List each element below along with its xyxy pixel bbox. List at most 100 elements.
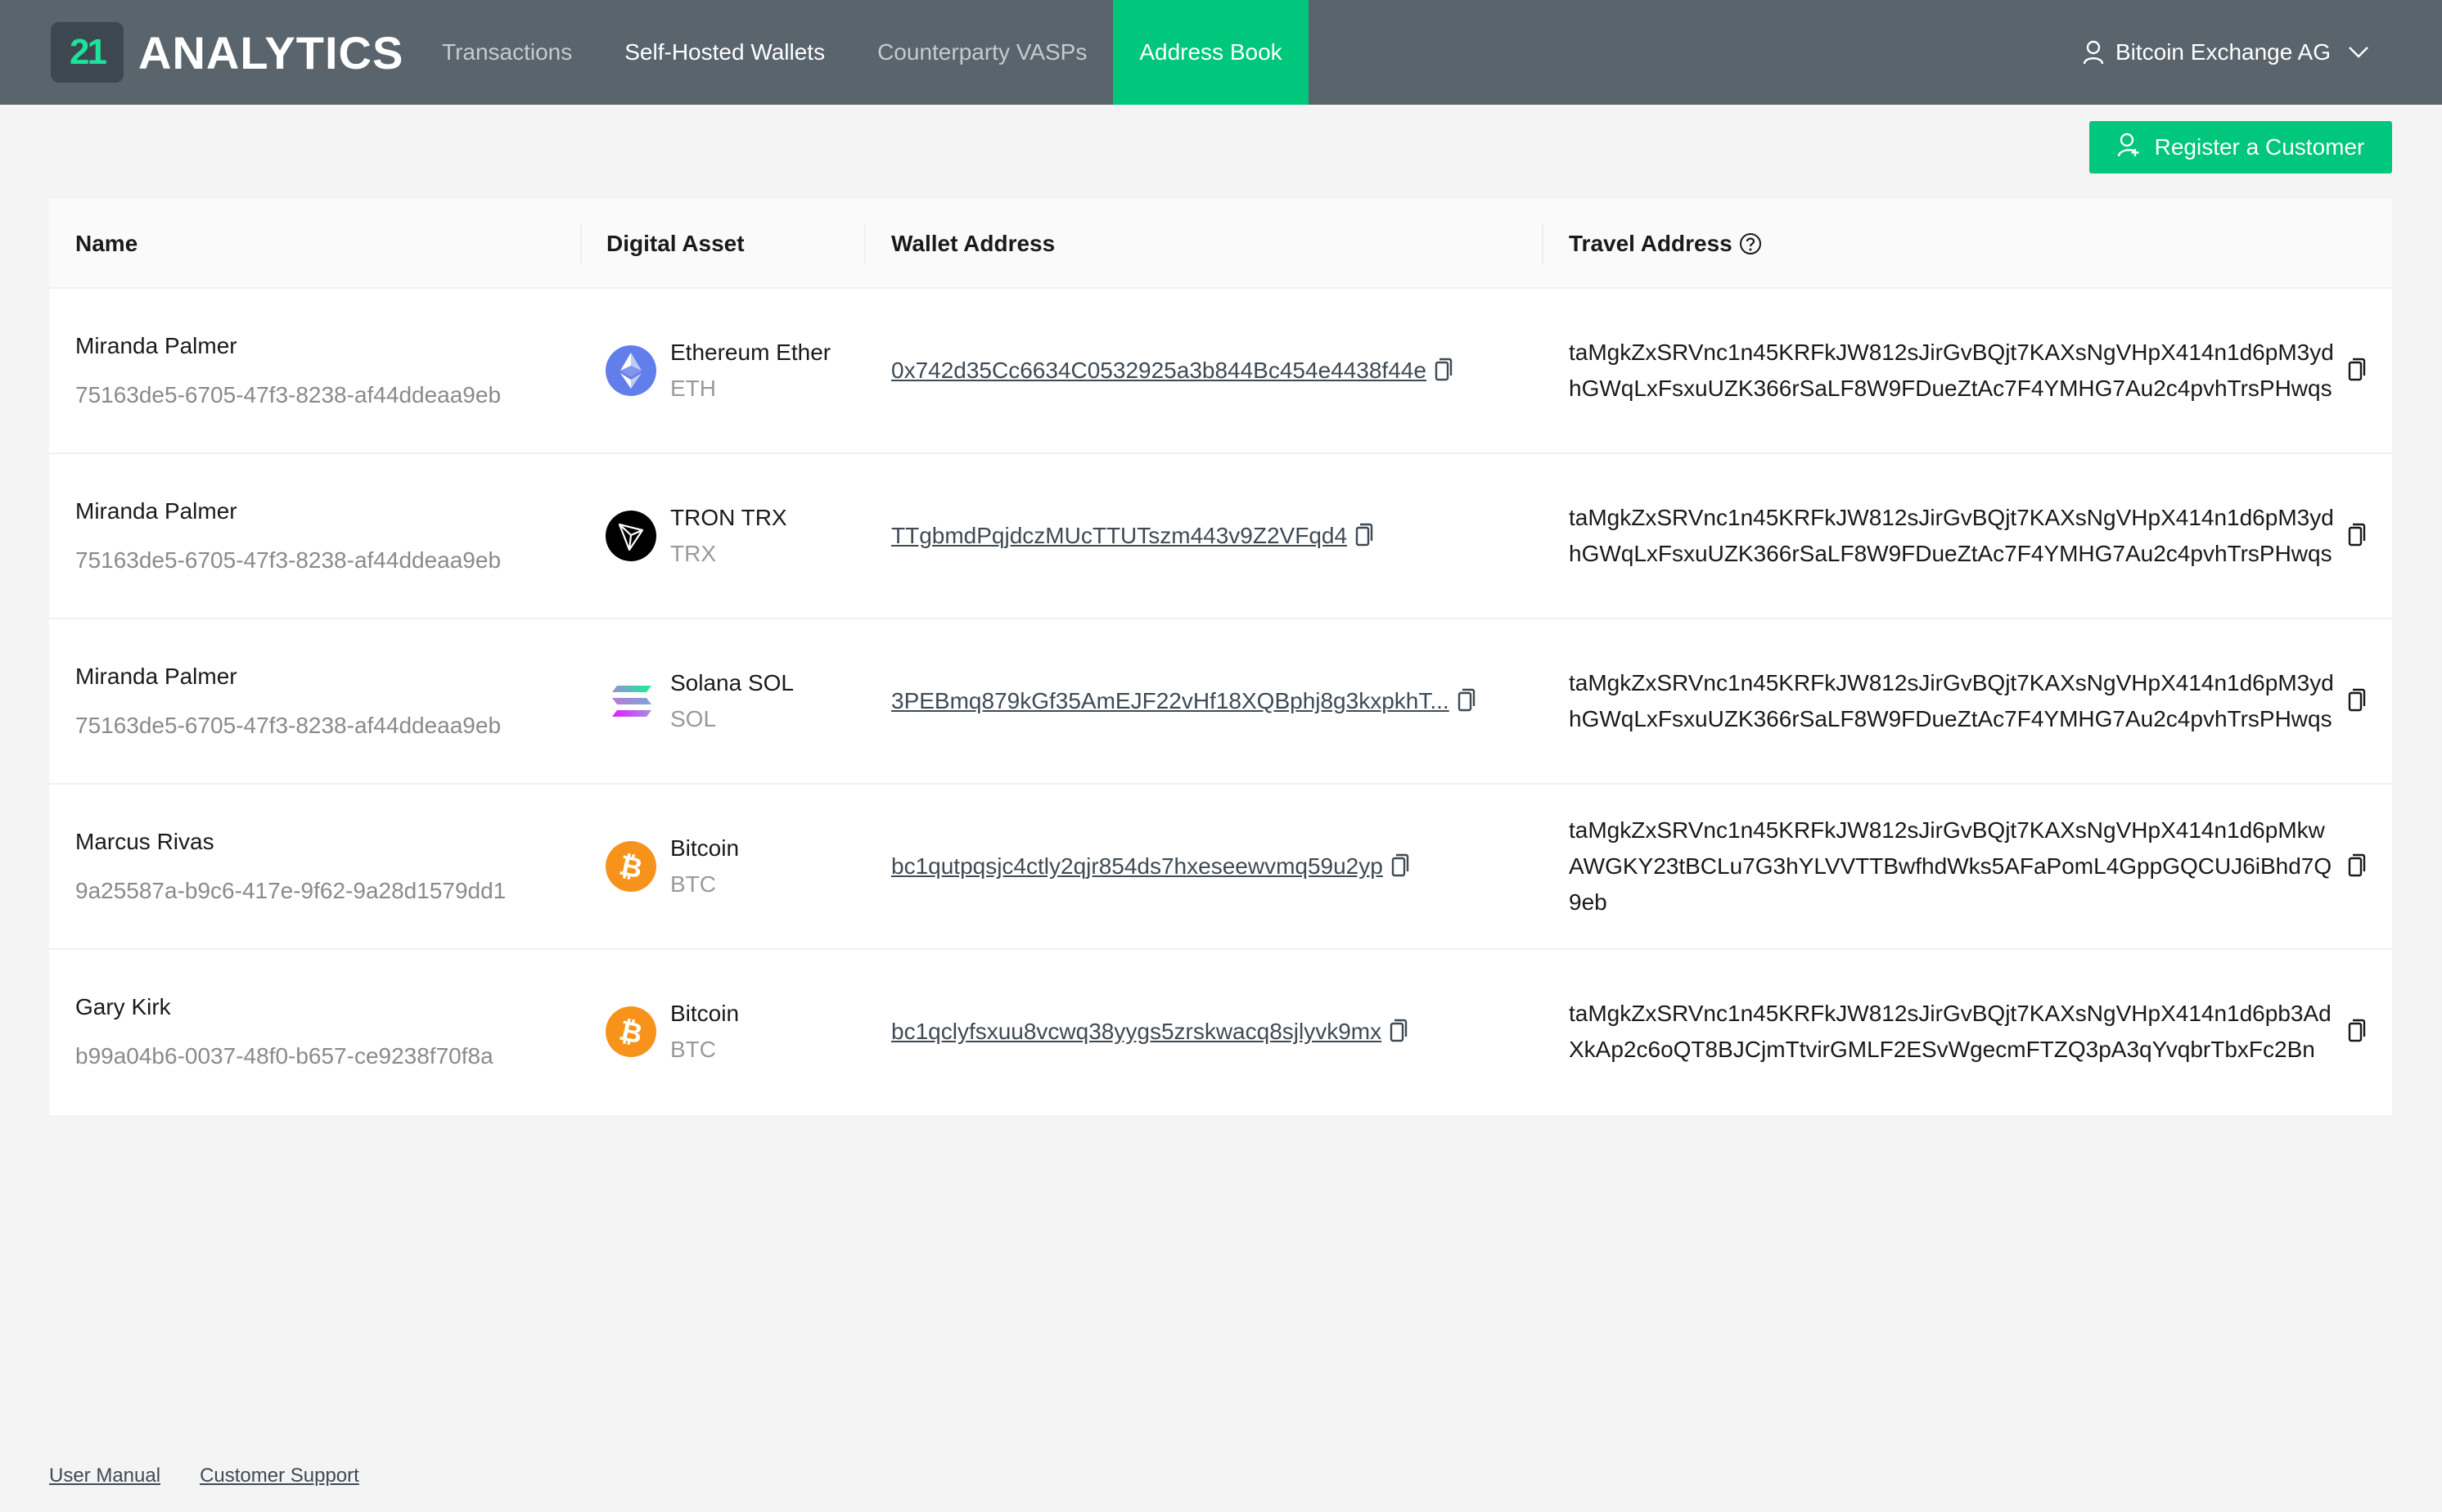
bitcoin-icon: ₿ (606, 841, 656, 892)
travel-address-cell: taMgkZxSRVnc1n45KRFkJW812sJirGvBQjt7KAXs… (1569, 619, 2379, 783)
wallet-address-link[interactable]: bc1qutpqsjc4ctly2qjr854ds7hxeseewvmq59u2… (891, 853, 1383, 880)
top-navigation-bar: 21 ANALYTICS Transactions Self-Hosted Wa… (0, 0, 2442, 105)
tron-icon (606, 511, 656, 561)
column-header-travel-address: Travel Address (1569, 199, 1762, 289)
customer-support-link[interactable]: Customer Support (200, 1465, 359, 1487)
table-row: Gary Kirk b99a04b6-0037-48f0-b657-ce9238… (49, 950, 2392, 1115)
table-body: Miranda Palmer 75163de5-6705-47f3-8238-a… (49, 289, 2392, 1115)
column-divider (864, 223, 866, 264)
user-manual-link[interactable]: User Manual (49, 1465, 160, 1487)
wallet-address-link[interactable]: bc1qclyfsxuu8vcwq38yygs5zrskwacq8sjlyvk9… (891, 1019, 1381, 1045)
customer-id: 75163de5-6705-47f3-8238-af44ddeaa9eb (75, 547, 502, 573)
customer-id: b99a04b6-0037-48f0-b657-ce9238f70f8a (75, 1043, 493, 1069)
asset-cell: TRON TRX TRX (606, 454, 876, 618)
customer-id: 9a25587a-b9c6-417e-9f62-9a28d1579dd1 (75, 878, 507, 903)
asset-symbol: ETH (670, 376, 716, 401)
customer-name: Miranda Palmer (75, 664, 237, 689)
column-header-name: Name (75, 231, 138, 256)
asset-symbol: SOL (670, 706, 717, 731)
copy-icon[interactable] (2348, 1018, 2366, 1046)
copy-icon[interactable] (1391, 853, 1409, 881)
copy-icon[interactable] (1355, 522, 1373, 551)
register-customer-button[interactable]: Register a Customer (2089, 121, 2392, 173)
customer-id: 75163de5-6705-47f3-8238-af44ddeaa9eb (75, 382, 502, 407)
user-menu[interactable]: Bitcoin Exchange AG (2083, 0, 2368, 105)
copy-icon[interactable] (2348, 357, 2366, 385)
customer-id: 75163de5-6705-47f3-8238-af44ddeaa9eb (75, 713, 502, 738)
asset-cell: ₿ Bitcoin BTC (606, 785, 876, 948)
asset-name: Bitcoin (670, 835, 740, 861)
asset-name: Solana SOL (670, 670, 794, 695)
name-cell: Miranda Palmer 75163de5-6705-47f3-8238-a… (75, 619, 583, 783)
customer-name: Miranda Palmer (75, 498, 237, 524)
travel-address-cell: taMgkZxSRVnc1n45KRFkJW812sJirGvBQjt7KAXs… (1569, 454, 2379, 618)
name-cell: Miranda Palmer 75163de5-6705-47f3-8238-a… (75, 289, 583, 452)
nav-tab-self-hosted-wallets[interactable]: Self-Hosted Wallets (598, 0, 851, 105)
logo[interactable]: 21 ANALYTICS (51, 22, 403, 83)
customer-name: Miranda Palmer (75, 333, 237, 358)
asset-name: Ethereum Ether (670, 340, 831, 365)
travel-address: taMgkZxSRVnc1n45KRFkJW812sJirGvBQjt7KAXs… (1569, 340, 2334, 401)
asset-cell: Solana SOL SOL (606, 619, 876, 783)
wallet-address-cell: 3PEBmq879kGf35AmEJF22vHf18XQBphj8g3kxpkh… (891, 619, 1562, 783)
wallet-address-cell: bc1qclyfsxuu8vcwq38yygs5zrskwacq8sjlyvk9… (891, 950, 1562, 1114)
copy-icon[interactable] (1390, 1018, 1408, 1046)
question-circle-icon[interactable] (1739, 232, 1762, 255)
user-icon (2083, 40, 2104, 65)
ethereum-icon (606, 345, 656, 396)
copy-icon[interactable] (1435, 357, 1453, 385)
table-row: Marcus Rivas 9a25587a-b9c6-417e-9f62-9a2… (49, 785, 2392, 950)
logo-mark: 21 (51, 22, 124, 83)
asset-symbol: BTC (670, 871, 716, 897)
main-nav: Transactions Self-Hosted Wallets Counter… (416, 0, 1309, 105)
table-row: Miranda Palmer 75163de5-6705-47f3-8238-a… (49, 619, 2392, 785)
column-header-digital-asset: Digital Asset (606, 231, 745, 256)
asset-name: Bitcoin (670, 1001, 740, 1026)
nav-tab-counterparty-vasps[interactable]: Counterparty VASPs (851, 0, 1113, 105)
nav-tab-transactions[interactable]: Transactions (416, 0, 598, 105)
wallet-address-link[interactable]: 3PEBmq879kGf35AmEJF22vHf18XQBphj8g3kxpkh… (891, 688, 1449, 714)
name-cell: Miranda Palmer 75163de5-6705-47f3-8238-a… (75, 454, 583, 618)
wallet-address-cell: 0x742d35Cc6634C0532925a3b844Bc454e4438f4… (891, 289, 1562, 452)
nav-tab-address-book[interactable]: Address Book (1113, 0, 1309, 105)
chevron-down-icon (2349, 47, 2368, 58)
copy-icon[interactable] (2348, 853, 2366, 881)
register-customer-label: Register a Customer (2154, 134, 2365, 160)
column-divider (580, 223, 582, 264)
travel-address-header-label: Travel Address (1569, 231, 1732, 256)
wallet-address-link[interactable]: 0x742d35Cc6634C0532925a3b844Bc454e4438f4… (891, 358, 1426, 384)
travel-address: taMgkZxSRVnc1n45KRFkJW812sJirGvBQjt7KAXs… (1569, 1001, 2332, 1062)
wallet-address-cell: TTgbmdPqjdczMUcTTUTszm443v9Z2VFqd4 (891, 454, 1562, 618)
table-row: Miranda Palmer 75163de5-6705-47f3-8238-a… (49, 454, 2392, 619)
asset-cell: Ethereum Ether ETH (606, 289, 876, 452)
travel-address-cell: taMgkZxSRVnc1n45KRFkJW812sJirGvBQjt7KAXs… (1569, 785, 2379, 948)
footer: User Manual Customer Support (49, 1465, 359, 1487)
asset-symbol: TRX (670, 541, 716, 566)
logo-text: ANALYTICS (138, 26, 404, 79)
user-menu-label: Bitcoin Exchange AG (2115, 39, 2331, 65)
table-header: Name Digital Asset Wallet Address Travel… (49, 199, 2392, 289)
column-header-wallet-address: Wallet Address (891, 231, 1056, 256)
column-divider (1542, 223, 1543, 264)
wallet-address-link[interactable]: TTgbmdPqjdczMUcTTUTszm443v9Z2VFqd4 (891, 523, 1347, 549)
asset-symbol: BTC (670, 1037, 716, 1062)
user-plus-icon (2117, 133, 2140, 163)
travel-address: taMgkZxSRVnc1n45KRFkJW812sJirGvBQjt7KAXs… (1569, 817, 2332, 915)
copy-icon[interactable] (2348, 687, 2366, 716)
customer-name: Marcus Rivas (75, 829, 214, 854)
wallet-address-cell: bc1qutpqsjc4ctly2qjr854ds7hxeseewvmq59u2… (891, 785, 1562, 948)
copy-icon[interactable] (1458, 687, 1476, 716)
copy-icon[interactable] (2348, 522, 2366, 551)
table-row: Miranda Palmer 75163de5-6705-47f3-8238-a… (49, 289, 2392, 454)
address-book-table: Name Digital Asset Wallet Address Travel… (49, 199, 2392, 1115)
asset-cell: ₿ Bitcoin BTC (606, 950, 876, 1114)
bitcoin-icon: ₿ (606, 1006, 656, 1057)
name-cell: Marcus Rivas 9a25587a-b9c6-417e-9f62-9a2… (75, 785, 583, 948)
customer-name: Gary Kirk (75, 994, 171, 1019)
travel-address: taMgkZxSRVnc1n45KRFkJW812sJirGvBQjt7KAXs… (1569, 670, 2334, 731)
travel-address-cell: taMgkZxSRVnc1n45KRFkJW812sJirGvBQjt7KAXs… (1569, 950, 2379, 1114)
travel-address: taMgkZxSRVnc1n45KRFkJW812sJirGvBQjt7KAXs… (1569, 505, 2334, 566)
name-cell: Gary Kirk b99a04b6-0037-48f0-b657-ce9238… (75, 950, 583, 1114)
asset-name: TRON TRX (670, 505, 787, 530)
solana-icon (606, 676, 656, 727)
